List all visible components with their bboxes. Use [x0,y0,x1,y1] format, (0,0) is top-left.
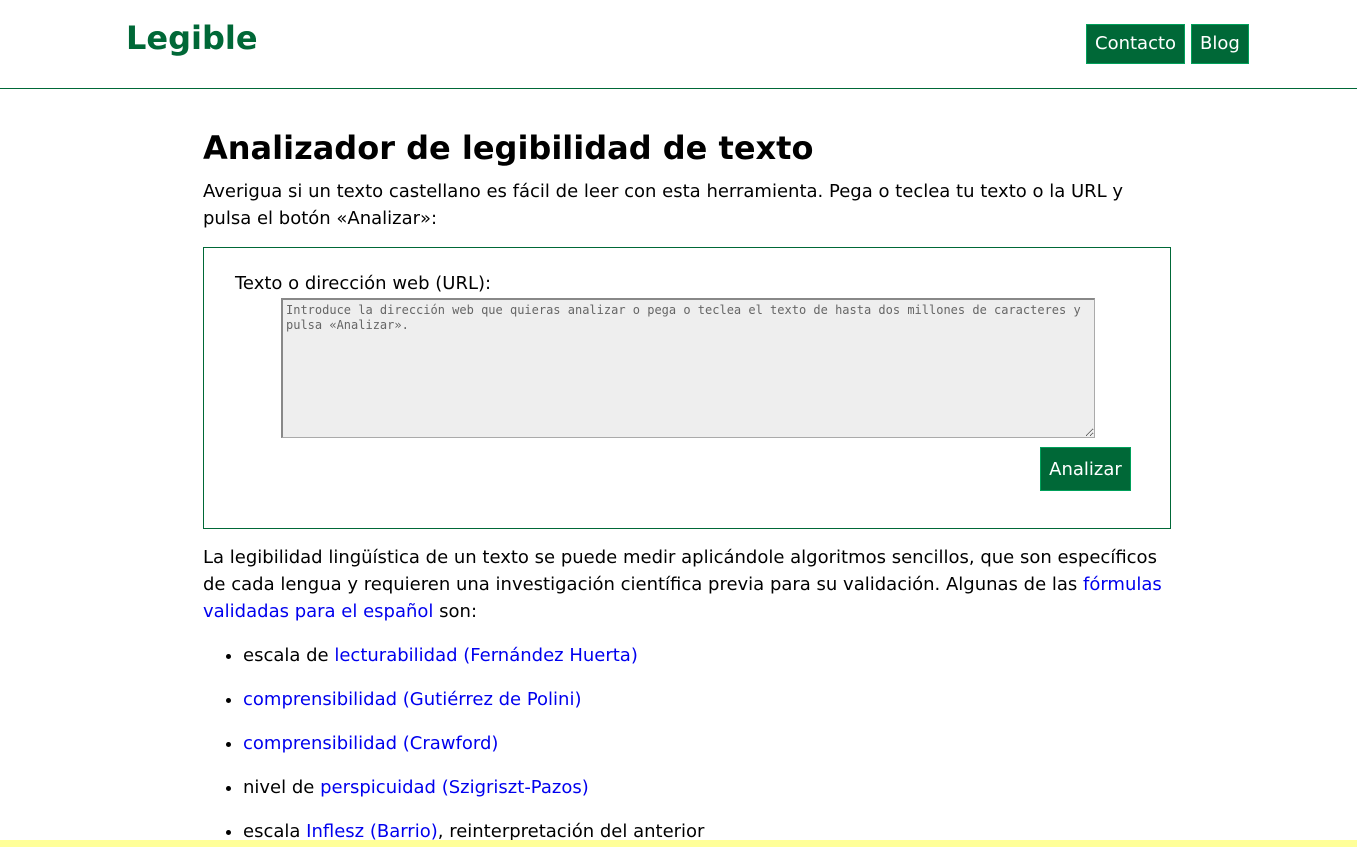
bottom-notice-bar [0,840,1357,847]
explanation-suffix: son: [433,601,478,622]
contact-button[interactable]: Contacto [1086,24,1186,64]
formula-link-fernandez-huerta[interactable]: lecturabilidad (Fernández Huerta) [334,645,638,666]
site-logo[interactable]: Legible [126,18,258,58]
text-input-label: Texto o dirección web (URL): [235,273,492,294]
explanation-paragraph: La legibilidad lingüística de un texto s… [203,544,1171,625]
intro-paragraph: Averigua si un texto castellano es fácil… [203,181,1124,229]
site-header: Legible Contacto Blog [0,0,1357,89]
list-item: nivel de perspicuidad (Szigriszt-Pazos) [243,776,1171,800]
formula-link-inflesz[interactable]: Inflesz (Barrio) [306,821,438,842]
analyze-button[interactable]: Analizar [1040,447,1131,491]
top-nav: Contacto Blog [1086,24,1249,64]
list-item: comprensibilidad (Gutiérrez de Polini) [243,688,1171,712]
formula-prefix: escala [243,821,307,842]
formula-link-crawford[interactable]: comprensibilidad (Crawford) [243,733,498,754]
text-input[interactable] [281,298,1095,438]
formula-link-gutierrez-de-polini[interactable]: comprensibilidad (Gutiérrez de Polini) [243,689,582,710]
formula-prefix: nivel de [243,777,321,798]
formula-prefix: escala de [243,645,335,666]
analyzer-form: Texto o dirección web (URL): Analizar [203,247,1171,529]
formula-link-szigriszt-pazos[interactable]: perspicuidad (Szigriszt-Pazos) [320,777,589,798]
formula-list: escala de lecturabilidad (Fernández Huer… [203,644,1171,844]
blog-button[interactable]: Blog [1191,24,1249,64]
page-title: Analizador de legibilidad de texto [203,129,814,167]
list-item: escala de lecturabilidad (Fernández Huer… [243,644,1171,668]
explanation-text: La legibilidad lingüística de un texto s… [203,547,1157,595]
main-content: Analizador de legibilidad de texto Averi… [203,126,1171,864]
list-item: comprensibilidad (Crawford) [243,732,1171,756]
formula-suffix: , reinterpretación del anterior [437,821,705,842]
